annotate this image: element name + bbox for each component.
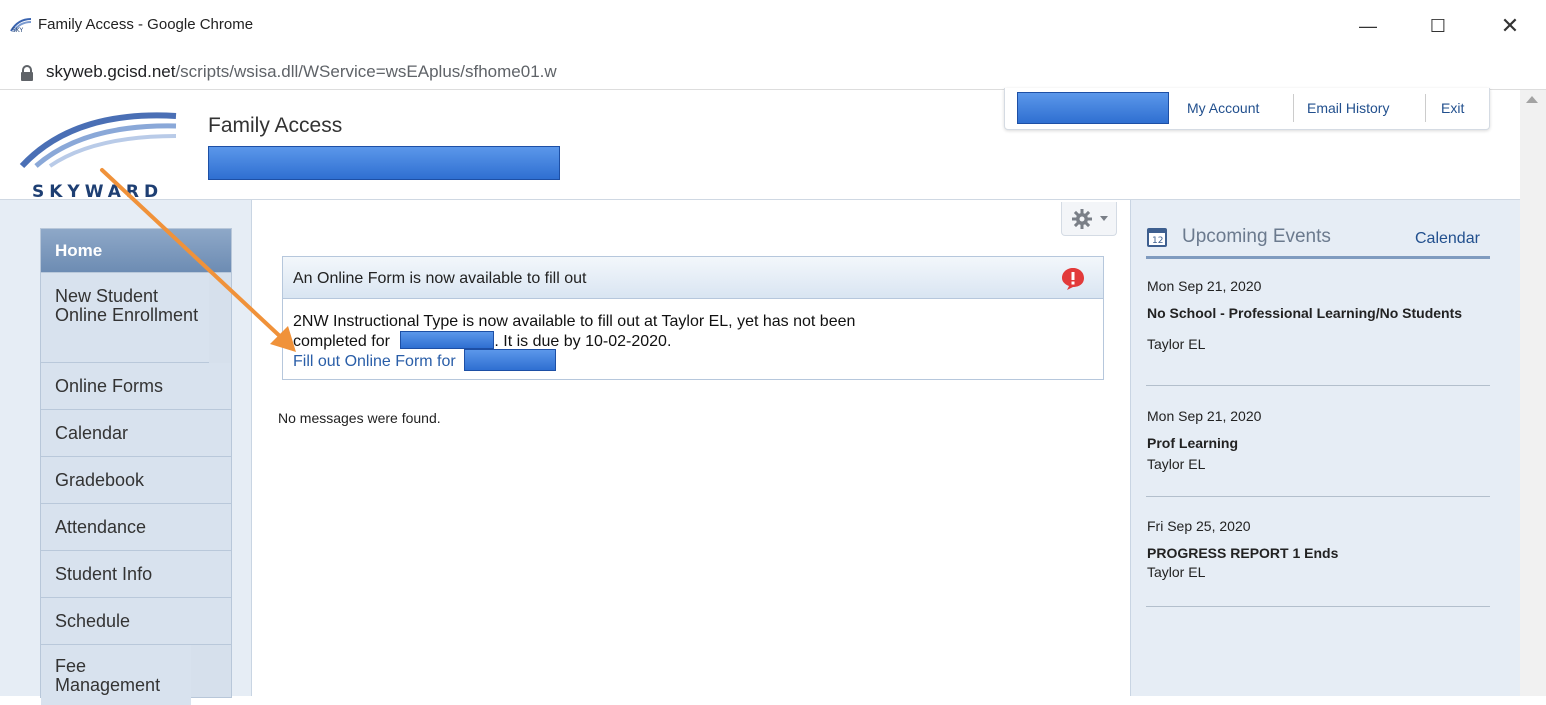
upcoming-events-title: Upcoming Events bbox=[1182, 226, 1331, 247]
scroll-up-arrow-icon[interactable] bbox=[1526, 96, 1538, 103]
exit-link[interactable]: Exit bbox=[1441, 100, 1464, 116]
gear-icon bbox=[1072, 209, 1092, 229]
sidebar-item-student-info[interactable]: Student Info bbox=[41, 551, 231, 598]
email-history-link[interactable]: Email History bbox=[1307, 100, 1389, 116]
sidebar-item-new-student-online-enrollment[interactable]: New Student Online Enrollment bbox=[41, 273, 209, 363]
events-header-divider bbox=[1146, 256, 1490, 259]
sidebar-item-attendance[interactable]: Attendance bbox=[41, 504, 231, 551]
redacted-student-name bbox=[208, 146, 560, 180]
sidebar-item-online-forms[interactable]: Online Forms bbox=[41, 363, 231, 410]
lock-icon bbox=[21, 65, 33, 81]
event-divider bbox=[1146, 496, 1490, 497]
redacted-student-name bbox=[400, 331, 495, 349]
address-bar[interactable]: skyweb.gcisd.net/scripts/wsisa.dll/WServ… bbox=[0, 54, 1546, 90]
svg-text:12: 12 bbox=[1152, 236, 1163, 246]
site-header: SKYWARD Family Access My Account Email H… bbox=[0, 88, 1520, 202]
event-date: Mon Sep 21, 2020 bbox=[1147, 408, 1262, 424]
upcoming-events-panel: 12 Upcoming Events Calendar Mon Sep 21, … bbox=[1146, 222, 1490, 696]
sidebar-item-fee-management[interactable]: Fee Management bbox=[41, 645, 191, 705]
url-text[interactable]: skyweb.gcisd.net/scripts/wsisa.dll/WServ… bbox=[46, 62, 557, 82]
sidebar-nav: Home New Student Online Enrollment Onlin… bbox=[40, 228, 232, 705]
notice-line-1: 2NW Instructional Type is now available … bbox=[293, 313, 856, 330]
top-nav: My Account Email History Exit bbox=[1004, 88, 1490, 130]
messages-empty-text: No messages were found. bbox=[278, 410, 441, 426]
redacted-user-name bbox=[1017, 92, 1169, 124]
nav-divider bbox=[1425, 94, 1426, 122]
fill-out-form-link-text[interactable]: Fill out Online Form for bbox=[293, 353, 456, 370]
event-item[interactable]: Mon Sep 21, 2020 No School - Professiona… bbox=[1146, 278, 1490, 378]
event-divider bbox=[1146, 606, 1490, 607]
content-panel: An Online Form is now available to fill … bbox=[251, 200, 1131, 696]
notice-title: An Online Form is now available to fill … bbox=[293, 270, 587, 287]
sidebar-item-calendar[interactable]: Calendar bbox=[41, 410, 231, 457]
event-name: Prof Learning bbox=[1147, 435, 1239, 451]
calendar-icon: 12 bbox=[1147, 228, 1167, 247]
alert-icon bbox=[1062, 268, 1084, 290]
notice-line-2: completed for . It is due by 10-02-2020. bbox=[293, 331, 1073, 351]
minimize-button[interactable]: — bbox=[1348, 8, 1388, 44]
event-divider bbox=[1146, 385, 1490, 386]
logo-text: SKYWARD bbox=[32, 182, 164, 202]
event-date: Fri Sep 25, 2020 bbox=[1147, 518, 1251, 534]
fill-out-form-link[interactable]: Fill out Online Form for bbox=[293, 349, 557, 371]
skyward-logo[interactable]: SKYWARD bbox=[14, 110, 194, 202]
event-name: PROGRESS REPORT 1 Ends bbox=[1147, 545, 1339, 561]
my-account-link[interactable]: My Account bbox=[1187, 100, 1259, 116]
window-title: Family Access - Google Chrome bbox=[38, 16, 254, 33]
page-title: Family Access bbox=[208, 114, 343, 137]
chevron-down-icon bbox=[1100, 216, 1108, 221]
notice-body: 2NW Instructional Type is now available … bbox=[293, 313, 1073, 351]
url-path: /scripts/wsisa.dll/WService=wsEAplus/sfh… bbox=[175, 62, 557, 81]
notice-line-2-prefix: completed for bbox=[293, 333, 390, 350]
calendar-link[interactable]: Calendar bbox=[1415, 230, 1480, 248]
event-date: Mon Sep 21, 2020 bbox=[1147, 278, 1262, 294]
page-scrollbar[interactable] bbox=[1520, 90, 1546, 696]
nav-divider bbox=[1293, 94, 1294, 122]
maximize-button[interactable]: ☐ bbox=[1418, 8, 1458, 44]
window-titlebar: SKY Family Access - Google Chrome — ☐ ✕ bbox=[0, 0, 1546, 54]
close-button[interactable]: ✕ bbox=[1490, 8, 1530, 44]
event-item[interactable]: Fri Sep 25, 2020 PROGRESS REPORT 1 Ends … bbox=[1146, 518, 1490, 598]
sidebar-item-home[interactable]: Home bbox=[41, 229, 231, 273]
event-location: Taylor EL bbox=[1147, 456, 1206, 472]
svg-text:SKY: SKY bbox=[12, 27, 24, 33]
settings-menu-button[interactable] bbox=[1061, 202, 1117, 236]
notice-header: An Online Form is now available to fill … bbox=[283, 257, 1103, 299]
event-item[interactable]: Mon Sep 21, 2020 Prof Learning Taylor EL bbox=[1146, 408, 1490, 488]
sidebar-item-gradebook[interactable]: Gradebook bbox=[41, 457, 231, 504]
main-area: Home New Student Online Enrollment Onlin… bbox=[0, 200, 1520, 705]
redacted-student-name bbox=[464, 349, 557, 371]
skyward-swoosh-icon bbox=[19, 112, 177, 169]
event-location: Taylor EL bbox=[1147, 336, 1206, 352]
online-form-notice: An Online Form is now available to fill … bbox=[282, 256, 1104, 380]
event-location: Taylor EL bbox=[1147, 564, 1206, 580]
notice-due-date: . It is due by 10-02-2020. bbox=[494, 333, 672, 350]
url-host: skyweb.gcisd.net bbox=[46, 62, 176, 81]
skyward-app-icon: SKY bbox=[10, 18, 32, 33]
sidebar-item-schedule[interactable]: Schedule bbox=[41, 598, 231, 645]
event-name: No School - Professional Learning/No Stu… bbox=[1147, 305, 1463, 321]
